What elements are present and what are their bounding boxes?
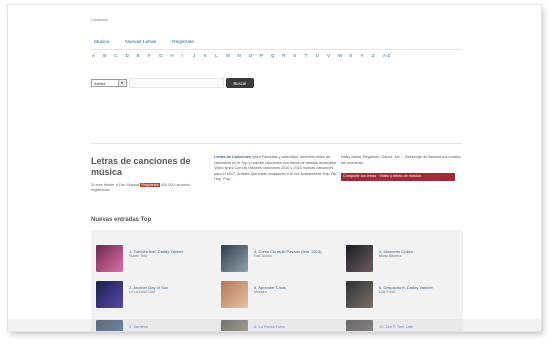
song-tile[interactable]: 2. Another Day of Sun La La Land Cast bbox=[96, 281, 214, 308]
letter-link[interactable]: E bbox=[137, 53, 142, 58]
search-type-value: Artista bbox=[94, 80, 106, 86]
album-thumbnail[interactable] bbox=[96, 281, 123, 308]
album-thumbnail[interactable] bbox=[221, 245, 248, 272]
song-tile[interactable]: 5. Momento Crítico Marta Barbera bbox=[346, 245, 464, 272]
letter-link[interactable]: C bbox=[114, 53, 119, 58]
letter-link[interactable]: A bbox=[92, 53, 97, 58]
search-button[interactable]: Buscar bbox=[226, 78, 254, 88]
tab-musica[interactable]: Musica bbox=[91, 40, 112, 45]
register-link[interactable]: Registrate bbox=[140, 183, 160, 187]
artist-name: Luis Fonsi bbox=[379, 290, 395, 294]
letter-link[interactable]: M bbox=[226, 53, 231, 58]
letter-link[interactable]: N bbox=[237, 53, 242, 58]
album-thumbnail[interactable] bbox=[346, 281, 373, 308]
letter-link[interactable]: Q bbox=[271, 53, 276, 58]
letter-link[interactable]: U bbox=[316, 53, 321, 58]
top-entries-grid: 1. Travolta feat. Daddy Yankee Rubén Tell… bbox=[91, 230, 463, 331]
letter-link[interactable]: D bbox=[126, 53, 131, 58]
artist-name: La La Land Cast bbox=[129, 290, 155, 294]
letter-link[interactable]: A-Z bbox=[383, 53, 390, 58]
letter-link[interactable]: W bbox=[338, 53, 343, 58]
letter-link[interactable]: I bbox=[182, 53, 187, 58]
letter-link[interactable]: K bbox=[204, 53, 209, 58]
album-thumbnail[interactable] bbox=[346, 245, 373, 272]
breadcrumb[interactable]: Canciones bbox=[91, 18, 108, 22]
song-tile[interactable]: 8. Aprender Crisis Morajiro bbox=[221, 281, 339, 308]
chevron-down-icon: ▾ bbox=[118, 80, 125, 86]
tab-registrate[interactable]: Registrate bbox=[169, 40, 197, 45]
song-info: 2. Another Day of Sun La La Land Cast bbox=[129, 285, 214, 308]
letter-link[interactable]: S bbox=[293, 53, 298, 58]
letter-link[interactable]: V bbox=[327, 53, 332, 58]
alphabet-index: A B C D E F G H I J K L M N O P Q R S T U V W X Y Z A-Z bbox=[92, 53, 422, 58]
section-title: Nuevas entradas Top bbox=[91, 217, 152, 223]
song-tile[interactable]: 6. Despacito ft. Daddy Yankee Luis Fonsi bbox=[346, 281, 464, 308]
letter-link[interactable]: L bbox=[215, 53, 220, 58]
song-info: 4. Cómo Curas Al Pasado (feat. 2013) Falk… bbox=[254, 249, 339, 272]
letter-link[interactable]: R bbox=[282, 53, 287, 58]
hero-divider bbox=[91, 143, 462, 144]
tab-nuevas-letras[interactable]: Nuevas Letras bbox=[122, 40, 159, 45]
letter-link[interactable]: X bbox=[349, 53, 354, 58]
promo-text: Nicky Maná, Reguetón, Dance, etc ... Ree… bbox=[341, 155, 463, 181]
song-info: 5. Momento Crítico Marta Barbera bbox=[379, 249, 464, 272]
hero-subtitle: Si eres fanáer a Fan Musical Registrate … bbox=[91, 183, 201, 193]
search-bar: Artista ▾ Buscar bbox=[91, 78, 254, 88]
letter-link[interactable]: H bbox=[170, 53, 175, 58]
letter-link[interactable]: F bbox=[148, 53, 153, 58]
artist-name: Marta Barbera bbox=[379, 254, 402, 258]
song-info: 1. Travolta feat. Daddy Yankee Rubén Tell… bbox=[129, 249, 214, 272]
page-title: Letras de canciones de música bbox=[91, 156, 191, 177]
intro-text: Letras de Canciones lyrics Favoritas y v… bbox=[214, 155, 337, 183]
search-type-select[interactable]: Artista ▾ bbox=[91, 79, 127, 87]
letter-link[interactable]: B bbox=[103, 53, 108, 58]
song-info: 6. Despacito ft. Daddy Yankee Luis Fonsi bbox=[379, 285, 464, 308]
song-tile[interactable]: 1. Travolta feat. Daddy Yankee Rubén Tell… bbox=[96, 245, 214, 272]
letter-link[interactable]: G bbox=[159, 53, 164, 58]
web-page: Canciones Musica Nuevas Letras Registrat… bbox=[8, 5, 541, 331]
artist-name: Morajiro bbox=[254, 290, 267, 294]
frame-shadow bbox=[8, 319, 541, 331]
tabs-divider bbox=[91, 49, 462, 50]
search-input[interactable] bbox=[129, 78, 224, 88]
letter-link[interactable]: Z bbox=[372, 53, 377, 58]
letter-link[interactable]: J bbox=[193, 53, 198, 58]
album-thumbnail[interactable] bbox=[221, 281, 248, 308]
promo-body: Nicky Maná, Reguetón, Dance, etc ... Ree… bbox=[341, 155, 461, 165]
intro-lead-link[interactable]: Letras de Canciones bbox=[214, 155, 251, 159]
promo-cta-button[interactable]: Compartir tus letras · Video y letras de… bbox=[341, 173, 455, 181]
artist-name: Rubén Tello bbox=[129, 254, 148, 258]
song-info: 8. Aprender Crisis Morajiro bbox=[254, 285, 339, 308]
song-tile[interactable]: 4. Cómo Curas Al Pasado (feat. 2013) Falk… bbox=[221, 245, 339, 272]
screenshot-frame: Canciones Musica Nuevas Letras Registrat… bbox=[8, 5, 541, 331]
letter-link[interactable]: T bbox=[305, 53, 310, 58]
letter-link[interactable]: Y bbox=[361, 53, 366, 58]
album-thumbnail[interactable] bbox=[96, 245, 123, 272]
letter-link[interactable]: P bbox=[260, 53, 265, 58]
hero-sub-text: Si eres fanáer a Fan Musical bbox=[91, 183, 141, 187]
artist-name: Falk Dunko bbox=[254, 254, 272, 258]
letter-link[interactable]: O bbox=[249, 53, 254, 58]
main-tabs: Musica Nuevas Letras Registrate bbox=[91, 40, 197, 45]
